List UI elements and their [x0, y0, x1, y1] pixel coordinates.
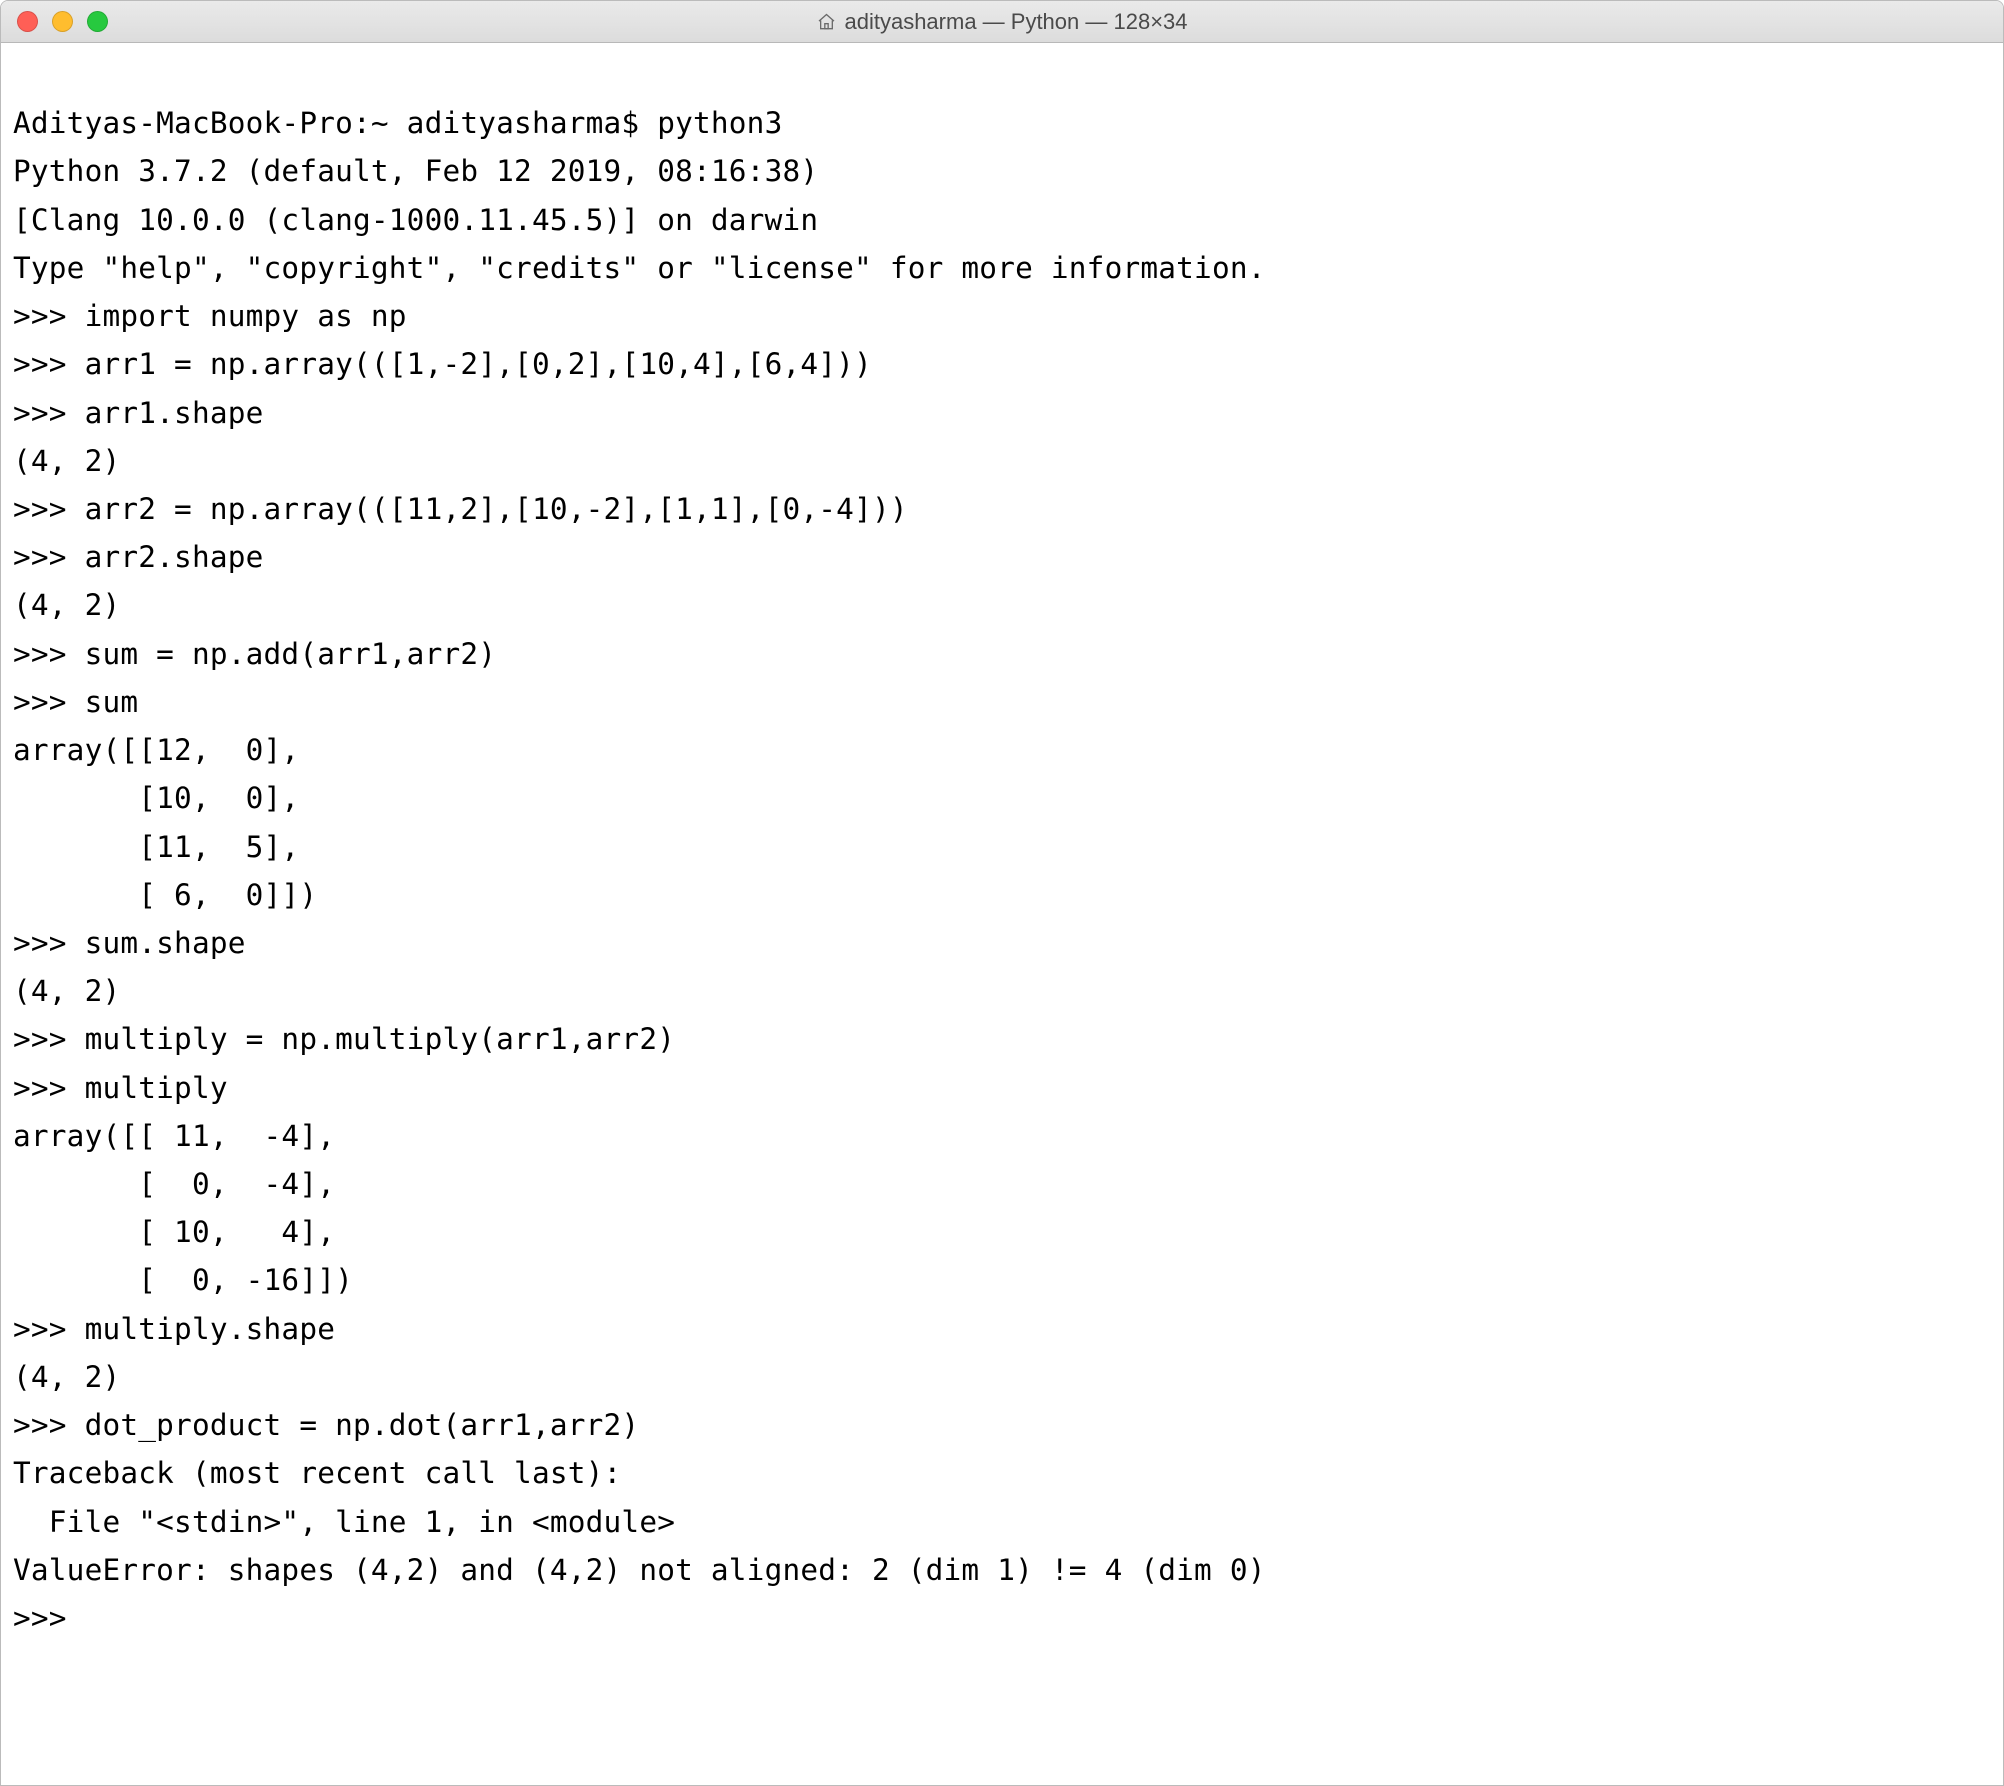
home-icon: [816, 12, 836, 32]
terminal-window: adityasharma — Python — 128×34 Adityas-M…: [0, 0, 2004, 1786]
minimize-button[interactable]: [52, 11, 73, 32]
terminal-output[interactable]: Adityas-MacBook-Pro:~ adityasharma$ pyth…: [1, 43, 2003, 1654]
titlebar[interactable]: adityasharma — Python — 128×34: [1, 1, 2003, 43]
maximize-button[interactable]: [87, 11, 108, 32]
close-button[interactable]: [17, 11, 38, 32]
titlebar-title: adityasharma — Python — 128×34: [844, 9, 1187, 35]
titlebar-title-container: adityasharma — Python — 128×34: [816, 9, 1187, 35]
traffic-lights: [1, 11, 108, 32]
